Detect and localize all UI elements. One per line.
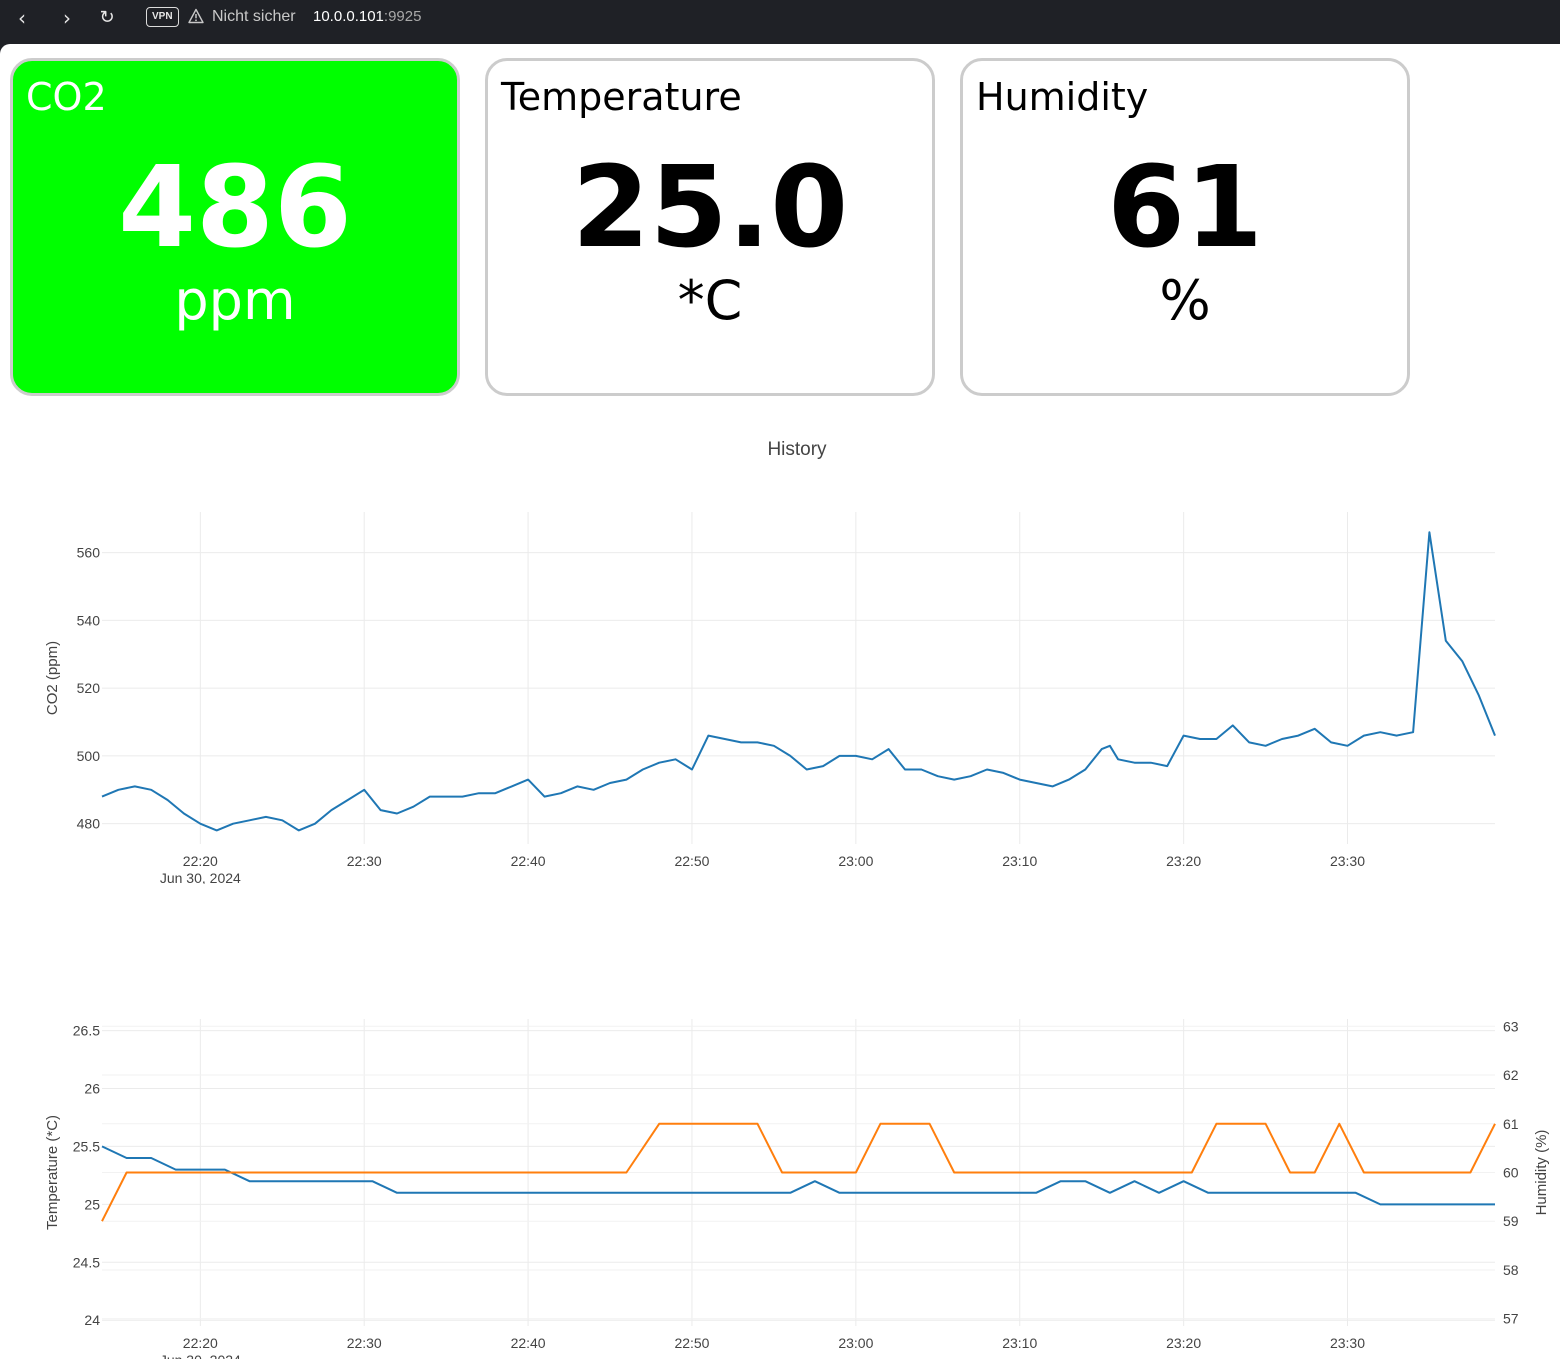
y-axis-title: Temperature (*C) xyxy=(44,1115,61,1230)
x-tick-label: 23:00 xyxy=(838,853,873,869)
humidity-title: Humidity xyxy=(976,75,1149,119)
vpn-badge[interactable]: VPN xyxy=(146,7,179,27)
y-tick-label: 25 xyxy=(84,1196,100,1212)
y2-tick-label: 62 xyxy=(1503,1067,1519,1083)
temperature-card: Temperature 25.0 *C xyxy=(485,58,935,396)
warning-icon xyxy=(188,8,204,24)
co2-card: CO2 486 ppm xyxy=(10,58,460,396)
y-tick-label: 500 xyxy=(77,748,101,764)
x-tick-label: 23:10 xyxy=(1002,853,1037,869)
x-tick-label: 23:20 xyxy=(1166,1335,1201,1351)
series-line-0 xyxy=(101,531,1496,832)
url-host: 10.0.0.101 xyxy=(313,8,384,25)
url-port: :9925 xyxy=(383,8,422,25)
y2-tick-label: 58 xyxy=(1503,1262,1519,1278)
y-tick-label: 560 xyxy=(77,545,101,561)
x-tick-label: 22:30 xyxy=(347,1335,382,1351)
humidity-value: 61 xyxy=(1107,143,1263,273)
address-bar[interactable]: 10.0.0.101:9925 xyxy=(313,8,421,25)
y-tick-label: 25.5 xyxy=(73,1138,100,1154)
temperature-unit: *C xyxy=(677,269,743,332)
back-icon[interactable]: ‹ xyxy=(9,6,35,30)
temperature-title: Temperature xyxy=(501,75,742,119)
y2-tick-label: 60 xyxy=(1503,1165,1519,1181)
page-content: CO2 486 ppm Temperature 25.0 *C Humidity… xyxy=(0,44,1560,1362)
co2-value: 486 xyxy=(118,143,352,273)
x-tick-label: 22:50 xyxy=(674,1335,709,1351)
x-tick-label: 22:50 xyxy=(674,853,709,869)
x-tick-label: 22:40 xyxy=(511,853,546,869)
browser-toolbar: ‹ › ↻ VPN Nicht sicher 10.0.0.101:9925 xyxy=(0,0,1560,40)
temperature-value: 25.0 xyxy=(571,143,849,273)
x-tick-label: 23:20 xyxy=(1166,853,1201,869)
forward-icon[interactable]: › xyxy=(54,6,80,30)
x-tick-label: 22:20 xyxy=(183,853,218,869)
y-tick-label: 24.5 xyxy=(73,1254,100,1270)
y2-tick-label: 61 xyxy=(1503,1116,1519,1132)
x-tick-label: 22:40 xyxy=(511,1335,546,1351)
x-tick-label: 23:30 xyxy=(1330,1335,1365,1351)
y2-tick-label: 57 xyxy=(1503,1311,1519,1327)
y-tick-label: 26 xyxy=(84,1081,100,1097)
y-tick-label: 540 xyxy=(77,612,101,628)
series-line-0 xyxy=(101,1145,1495,1206)
security-status[interactable]: Nicht sicher xyxy=(212,8,296,26)
y-axis-title: CO2 (ppm) xyxy=(44,641,61,715)
x-tick-label: 22:20 xyxy=(183,1335,218,1351)
co2-unit: ppm xyxy=(174,269,296,332)
x-date-label: Jun 30, 2024 xyxy=(160,1352,241,1359)
humidity-card: Humidity 61 % xyxy=(960,58,1410,396)
x-tick-label: 23:10 xyxy=(1002,1335,1037,1351)
y-tick-label: 480 xyxy=(77,816,101,832)
co2-history-chart[interactable]: 22:20Jun 30, 2024 22:30 22:40 22:50 23:00 23:… xyxy=(0,504,1560,884)
y2-tick-label: 63 xyxy=(1503,1018,1519,1034)
y2-tick-label: 59 xyxy=(1503,1213,1519,1229)
y2-axis-title: Humidity (%) xyxy=(1533,1130,1550,1216)
x-tick-label: 23:30 xyxy=(1330,853,1365,869)
co2-title: CO2 xyxy=(26,75,107,119)
x-tick-label: 23:00 xyxy=(838,1335,873,1351)
y-tick-label: 520 xyxy=(77,680,101,696)
x-date-label: Jun 30, 2024 xyxy=(160,870,241,884)
y-tick-label: 26.5 xyxy=(73,1023,100,1039)
x-tick-label: 22:30 xyxy=(347,853,382,869)
y-tick-label: 24 xyxy=(84,1312,100,1328)
temperature-humidity-chart[interactable]: 22:20Jun 30, 2024 22:30 22:40 22:50 23:00 23:… xyxy=(0,1014,1560,1359)
history-title: History xyxy=(767,439,827,460)
humidity-unit: % xyxy=(1159,269,1211,332)
reload-icon[interactable]: ↻ xyxy=(94,6,120,30)
